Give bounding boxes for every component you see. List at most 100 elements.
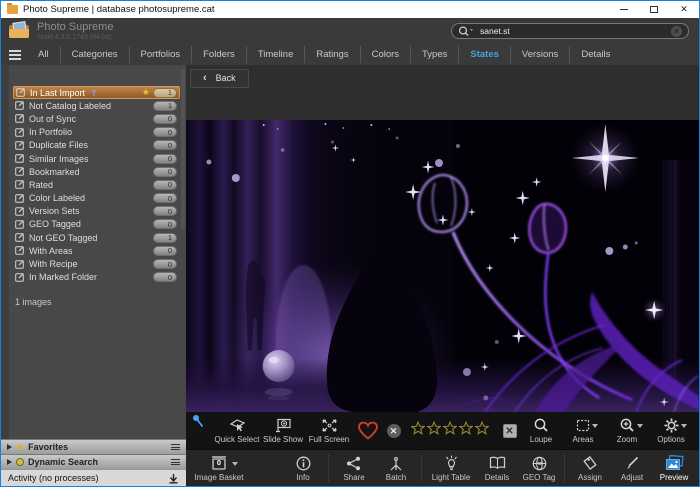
- tab-colors[interactable]: Colors: [360, 46, 410, 63]
- rating-star-icon[interactable]: [427, 421, 441, 440]
- tab-ratings[interactable]: Ratings: [304, 46, 359, 63]
- titlebar: Photo Supreme | database photosupreme.ca…: [1, 1, 699, 18]
- info-button[interactable]: Info: [282, 455, 324, 482]
- app-header: Photo Supreme build 4.3.0.1749 (64 bit) …: [1, 18, 699, 44]
- state-row-rated[interactable]: Rated0: [13, 178, 179, 191]
- label-edit-icon: [15, 273, 24, 282]
- count-badge: 0: [153, 167, 177, 177]
- count-badge: 0: [153, 193, 177, 203]
- state-row-duplicate-files[interactable]: Duplicate Files0: [13, 139, 179, 152]
- count-badge: 1: [153, 233, 177, 243]
- tab-details[interactable]: Details: [569, 46, 621, 63]
- label-edit-icon: [15, 167, 24, 176]
- assign-button[interactable]: Assign: [569, 455, 611, 482]
- minimize-button[interactable]: [609, 1, 639, 18]
- clear-rating-icon[interactable]: ✕: [503, 424, 517, 438]
- state-row-not-geo-tagged[interactable]: Not GEO Tagged1: [13, 231, 179, 244]
- pin-icon[interactable]: [191, 414, 205, 428]
- preview-icon: [665, 455, 684, 472]
- zoom-button[interactable]: Zoom: [605, 418, 649, 444]
- panel-menu-icon[interactable]: [171, 459, 180, 465]
- state-row-bookmarked[interactable]: Bookmarked0: [13, 165, 179, 178]
- share-button[interactable]: Share: [333, 455, 375, 482]
- rating-star-icon[interactable]: [443, 421, 457, 440]
- state-row-not-catalog-labeled[interactable]: Not Catalog Labeled1: [13, 99, 179, 112]
- maximize-button[interactable]: [639, 1, 669, 18]
- label-edit-icon: [15, 233, 24, 242]
- state-row-in-portfolio[interactable]: In Portfolio0: [13, 126, 179, 139]
- viewer-toolbar: Quick Select Slide Show: [186, 412, 699, 449]
- tab-folders[interactable]: Folders: [191, 46, 246, 63]
- full-screen-button[interactable]: Full Screen: [306, 418, 352, 444]
- state-row-similar-images[interactable]: Similar Images0: [13, 152, 179, 165]
- activity-toggle-icon[interactable]: [168, 473, 179, 484]
- quick-select-icon: [229, 418, 246, 434]
- search-value: sanet.st: [480, 26, 671, 36]
- activity-statusbar[interactable]: Activity (no processes): [1, 469, 186, 486]
- areas-button[interactable]: Areas: [561, 418, 605, 444]
- app-icon: [7, 5, 18, 14]
- count-badge: 0: [153, 206, 177, 216]
- state-row-color-labeled[interactable]: Color Labeled0: [13, 192, 179, 205]
- label-edit-icon: [16, 88, 25, 97]
- quick-select-button[interactable]: Quick Select: [214, 418, 260, 444]
- sidebar-scrollbar[interactable]: [181, 69, 185, 229]
- tab-all[interactable]: All: [27, 46, 60, 63]
- loupe-icon: [533, 418, 549, 434]
- viewer-panel: ‹ Back: [186, 65, 699, 486]
- geo-tag-button[interactable]: GEO Tag: [518, 455, 560, 482]
- favorites-star-icon: ★: [16, 442, 24, 453]
- details-button[interactable]: Details: [476, 455, 518, 482]
- image-basket-button[interactable]: 0 Image Basket: [190, 455, 248, 482]
- label-edit-icon: [15, 154, 24, 163]
- share-icon: [346, 455, 362, 472]
- rating-star-icon[interactable]: [475, 421, 489, 440]
- state-row-geo-tagged[interactable]: GEO Tagged0: [13, 218, 179, 231]
- state-row-out-of-sync[interactable]: Out of Sync0: [13, 112, 179, 125]
- adjust-button[interactable]: Adjust: [611, 455, 653, 482]
- panel-menu-icon[interactable]: [171, 444, 180, 450]
- light-table-button[interactable]: Light Table: [426, 455, 476, 482]
- rating-star-icon[interactable]: [459, 421, 473, 440]
- menu-icon[interactable]: [9, 50, 21, 60]
- adjust-pen-icon: [625, 455, 640, 472]
- activity-label: Activity (no processes): [8, 473, 99, 483]
- dropdown-arrow-icon: [637, 424, 643, 428]
- state-row-version-sets[interactable]: Version Sets0: [13, 205, 179, 218]
- star-rating[interactable]: [411, 421, 489, 440]
- search-input[interactable]: sanet.st ✕: [451, 23, 689, 39]
- close-button[interactable]: ✕: [669, 1, 699, 18]
- areas-icon: [576, 418, 590, 434]
- tab-portfolios[interactable]: Portfolios: [129, 46, 192, 63]
- states-list: In Last Import★1Not Catalog Labeled1Out …: [1, 65, 186, 284]
- tab-types[interactable]: Types: [410, 46, 458, 63]
- dynamic-search-label: Dynamic Search: [28, 457, 98, 467]
- rating-controls: ✕ ✕: [357, 421, 517, 440]
- state-row-in-last-import[interactable]: In Last Import★1: [13, 86, 180, 99]
- tab-timeline[interactable]: Timeline: [246, 46, 305, 63]
- rating-star-icon[interactable]: [411, 421, 425, 440]
- state-row-in-marked-folder[interactable]: In Marked Folder0: [13, 271, 179, 284]
- favorites-panel-header[interactable]: ★ Favorites: [1, 439, 186, 454]
- dynamic-search-panel-header[interactable]: Dynamic Search: [1, 454, 186, 469]
- options-button[interactable]: Options: [649, 418, 693, 444]
- tab-categories[interactable]: Categories: [60, 46, 129, 63]
- batch-button[interactable]: Batch: [375, 455, 417, 482]
- search-clear-icon[interactable]: ✕: [671, 26, 682, 37]
- favorite-heart-icon[interactable]: [357, 421, 379, 440]
- tab-versions[interactable]: Versions: [510, 46, 569, 63]
- info-icon: [296, 455, 311, 472]
- dynamic-search-icon: [16, 458, 24, 466]
- zoom-icon: [619, 418, 635, 434]
- state-row-with-recipe[interactable]: With Recipe0: [13, 257, 179, 270]
- back-button[interactable]: ‹ Back: [190, 69, 249, 88]
- reject-icon[interactable]: ✕: [387, 424, 401, 438]
- state-row-with-areas[interactable]: With Areas0: [13, 244, 179, 257]
- search-icon: [458, 26, 474, 37]
- tab-states[interactable]: States: [458, 46, 510, 63]
- slide-show-button[interactable]: Slide Show: [260, 418, 306, 444]
- preview-button[interactable]: Preview: [653, 455, 695, 482]
- basket-count: 0: [204, 458, 234, 467]
- loupe-button[interactable]: Loupe: [521, 418, 561, 444]
- count-badge: 1: [153, 88, 177, 98]
